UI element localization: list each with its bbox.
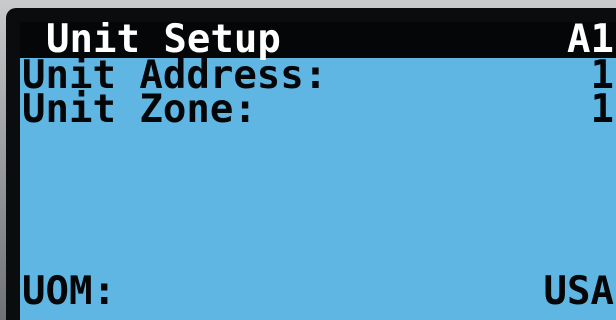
unit-zone-label: Unit Zone: — [22, 87, 257, 132]
uom-value[interactable]: USA — [544, 272, 614, 311]
lcd-screen: Unit Setup A1 Unit Address: 1 Unit Zone:… — [20, 22, 616, 320]
setting-row-unit-zone[interactable]: Unit Zone: 1 — [20, 87, 616, 132]
unit-zone-value[interactable]: 1 — [591, 90, 614, 129]
setting-row-uom[interactable]: UOM: USA — [20, 269, 616, 314]
uom-label: UOM: — [22, 269, 116, 314]
device-housing: Unit Setup A1 Unit Address: 1 Unit Zone:… — [0, 0, 616, 320]
